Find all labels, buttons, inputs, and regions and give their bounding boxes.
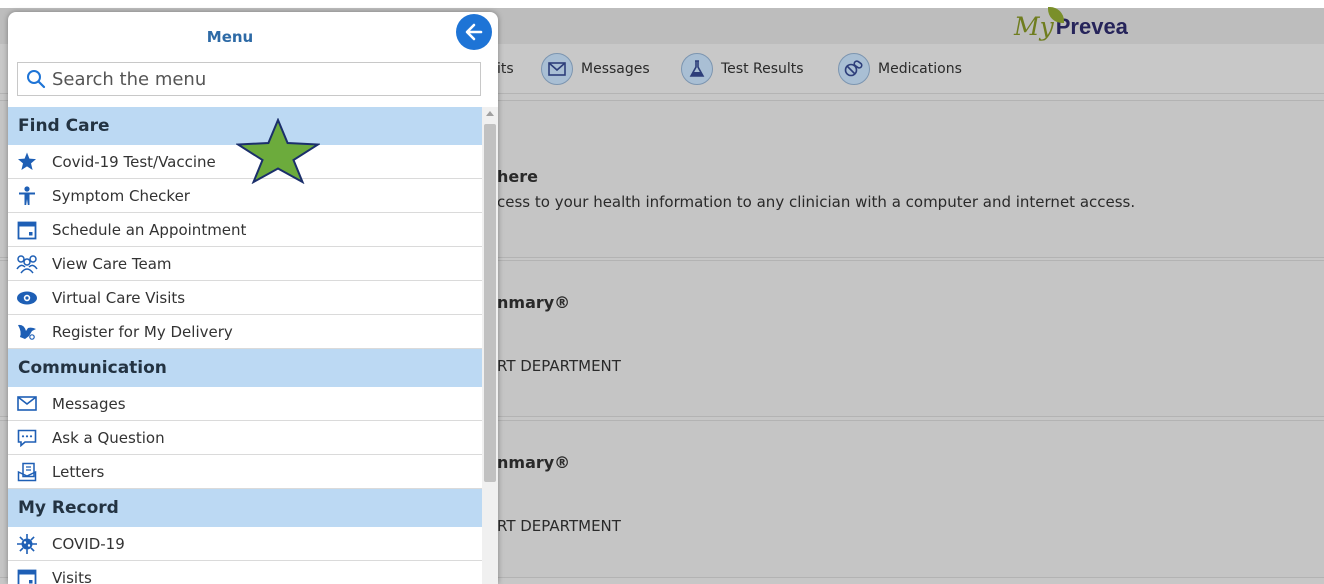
search-input[interactable] bbox=[52, 64, 472, 94]
flask-icon bbox=[681, 53, 713, 85]
menu-item-covid-19[interactable]: COVID-19 bbox=[8, 527, 482, 561]
menu-title: Menu bbox=[206, 28, 254, 46]
menu-panel: Menu Find Care Covid-19 Test/Vaccine Sym… bbox=[8, 12, 498, 584]
menu-item-view-care-team[interactable]: View Care Team bbox=[8, 247, 482, 281]
nav-medications-label: Medications bbox=[878, 61, 962, 77]
annotation-star-icon bbox=[236, 118, 320, 184]
share-card-title: here bbox=[497, 167, 538, 186]
summary-card-1-title: nmary® bbox=[497, 293, 571, 312]
share-card-text: cess to your health information to any c… bbox=[497, 193, 1136, 211]
menu-item-label: Symptom Checker bbox=[52, 186, 190, 205]
menu-scrollbar[interactable] bbox=[482, 107, 498, 584]
menu-item-virtual-care-visits[interactable]: Virtual Care Visits bbox=[8, 281, 482, 315]
summary-card-1-text: RT DEPARTMENT bbox=[497, 357, 621, 375]
scroll-up-arrow-icon[interactable] bbox=[486, 111, 494, 116]
nav-test-results[interactable]: Test Results bbox=[681, 53, 804, 85]
menu-item-label: Covid-19 Test/Vaccine bbox=[52, 152, 216, 171]
menu-item-label: Ask a Question bbox=[52, 428, 165, 447]
envelope-icon bbox=[16, 393, 38, 415]
arrow-left-icon bbox=[465, 23, 483, 41]
menu-item-visits[interactable]: Visits bbox=[8, 561, 482, 584]
menu-item-symptom-checker[interactable]: Symptom Checker bbox=[8, 179, 482, 213]
menu-item-label: Register for My Delivery bbox=[52, 322, 233, 341]
section-my-record: My Record bbox=[8, 489, 482, 527]
section-communication: Communication bbox=[8, 349, 482, 387]
myprevea-logo[interactable]: My Prevea bbox=[1014, 7, 1128, 41]
star-icon bbox=[16, 151, 38, 173]
virus-icon bbox=[16, 533, 38, 555]
stork-icon bbox=[16, 321, 38, 343]
nav-visits[interactable]: its bbox=[497, 53, 514, 85]
care-team-icon bbox=[16, 253, 38, 275]
nav-medications[interactable]: Medications bbox=[838, 53, 962, 85]
nav-messages-label: Messages bbox=[581, 61, 650, 77]
menu-item-register-delivery[interactable]: Register for My Delivery bbox=[8, 315, 482, 349]
menu-item-label: View Care Team bbox=[52, 254, 172, 273]
scroll-thumb[interactable] bbox=[484, 124, 496, 482]
menu-item-label: Virtual Care Visits bbox=[52, 288, 186, 307]
menu-item-label: Visits bbox=[52, 568, 92, 584]
chat-icon bbox=[16, 427, 38, 449]
video-icon bbox=[16, 287, 38, 309]
menu-item-schedule-appointment[interactable]: Schedule an Appointment bbox=[8, 213, 482, 247]
letters-icon bbox=[16, 461, 38, 483]
search-box[interactable] bbox=[17, 62, 481, 96]
menu-item-ask-question[interactable]: Ask a Question bbox=[8, 421, 482, 455]
pill-icon bbox=[838, 53, 870, 85]
search-icon bbox=[26, 69, 46, 89]
person-icon bbox=[16, 185, 38, 207]
calendar-icon bbox=[16, 219, 38, 241]
menu-item-label: Schedule an Appointment bbox=[52, 220, 247, 239]
nav-visits-label: its bbox=[497, 61, 514, 77]
menu-item-label: COVID-19 bbox=[52, 534, 125, 553]
nav-test-results-label: Test Results bbox=[721, 61, 804, 77]
envelope-icon bbox=[541, 53, 573, 85]
summary-card-2-title: nmary® bbox=[497, 453, 571, 472]
logo-my-text: My bbox=[1014, 12, 1054, 41]
top-strip bbox=[0, 0, 1324, 8]
calendar-icon bbox=[16, 567, 38, 584]
back-button[interactable] bbox=[456, 14, 492, 50]
nav-messages[interactable]: Messages bbox=[541, 53, 650, 85]
summary-card-2-text: RT DEPARTMENT bbox=[497, 517, 621, 535]
menu-item-label: Messages bbox=[52, 394, 126, 413]
menu-item-label: Letters bbox=[52, 462, 105, 481]
menu-item-messages[interactable]: Messages bbox=[8, 387, 482, 421]
menu-item-letters[interactable]: Letters bbox=[8, 455, 482, 489]
logo-prevea-text: Prevea bbox=[1055, 14, 1128, 39]
